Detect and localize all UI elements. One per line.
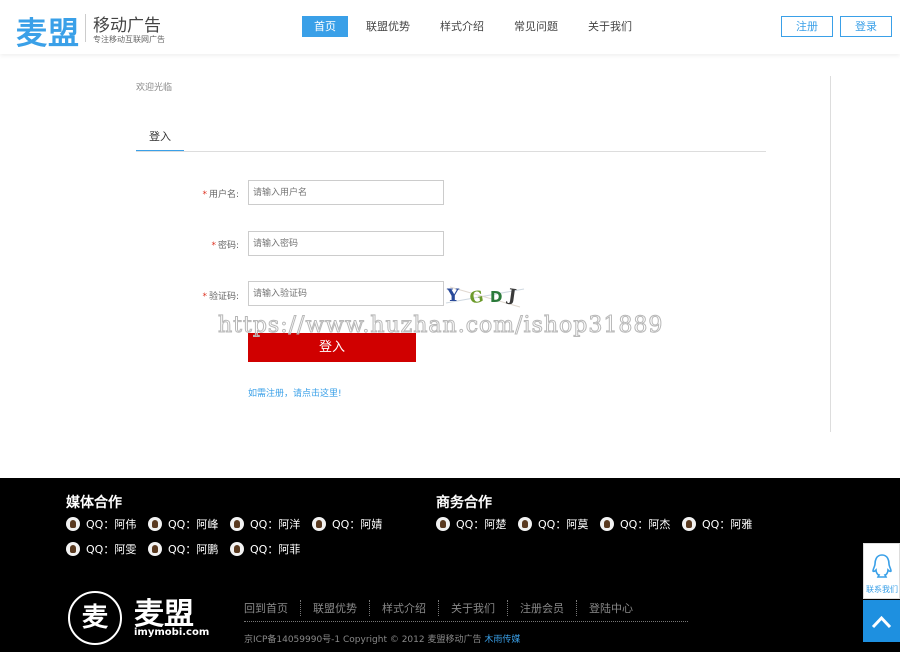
register-button[interactable]: 注册 — [781, 16, 833, 37]
media-contact-3[interactable]: QQ：阿洋 — [230, 516, 300, 532]
footer-logo-domain: imymobi.com — [134, 627, 210, 638]
media-cooperation-title: 媒体合作 — [66, 495, 122, 511]
contact-label: QQ：阿鹏 — [168, 543, 219, 556]
logo-divider — [85, 14, 86, 42]
username-label: * 用户名: — [134, 187, 239, 200]
contact-label: QQ：阿峰 — [168, 518, 219, 531]
captcha-input[interactable] — [248, 281, 444, 306]
nav-home[interactable]: 首页 — [302, 16, 348, 37]
captcha-label-text: 验证码: — [208, 292, 239, 302]
footer-logo-emblem: 麦 — [68, 591, 122, 645]
business-contact-2[interactable]: QQ：阿莫 — [518, 516, 588, 532]
contact-label: QQ：阿楚 — [456, 518, 507, 531]
media-contact-5[interactable]: QQ：阿雯 — [66, 541, 136, 557]
register-link[interactable]: 如需注册，请点击这里! — [248, 386, 342, 399]
footer-divider — [244, 621, 688, 622]
qq-avatar-icon — [518, 517, 532, 531]
copyright-text: 京ICP备14059990号-1 Copyright © 2012 麦盟移动广告 — [244, 635, 482, 645]
nav-advantages[interactable]: 联盟优势 — [354, 16, 422, 37]
qq-avatar-icon — [230, 542, 244, 556]
captcha-label: * 验证码: — [134, 289, 239, 302]
business-contact-1[interactable]: QQ：阿楚 — [436, 516, 506, 532]
contact-label: QQ：阿洋 — [250, 518, 301, 531]
captcha-image[interactable]: Y G D J — [444, 281, 528, 311]
qq-avatar-icon — [312, 517, 326, 531]
qq-avatar-icon — [436, 517, 450, 531]
logo-subtitle: 专注移动互联网广告 — [93, 35, 165, 44]
copyright-link[interactable]: 木雨传媒 — [484, 635, 520, 645]
welcome-text: 欢迎光临 — [136, 83, 173, 93]
content-side-divider — [830, 76, 831, 432]
qq-avatar-icon — [66, 517, 80, 531]
contact-label: QQ：阿莫 — [538, 518, 589, 531]
contact-label: QQ：阿伟 — [86, 518, 137, 531]
watermark-text: https://www.huzhan.com/ishop31889 — [217, 313, 664, 339]
footer-link-login[interactable]: 登陆中心 — [577, 600, 645, 616]
footer-link-advantages[interactable]: 联盟优势 — [301, 600, 370, 616]
nav-styles[interactable]: 样式介绍 — [428, 16, 496, 37]
footer-copyright: 京ICP备14059990号-1 Copyright © 2012 麦盟移动广告… — [244, 632, 520, 645]
password-label: * 密码: — [134, 238, 239, 251]
username-input[interactable] — [248, 180, 444, 205]
qq-avatar-icon — [148, 517, 162, 531]
business-contact-3[interactable]: QQ：阿杰 — [600, 516, 670, 532]
contact-us-widget[interactable]: 联系我们 — [863, 543, 900, 599]
footer-link-about[interactable]: 关于我们 — [439, 600, 508, 616]
required-mark: * — [211, 241, 216, 251]
contact-us-label: 联系我们 — [866, 585, 898, 594]
media-contact-4[interactable]: QQ：阿婧 — [312, 516, 382, 532]
tab-divider — [136, 151, 766, 152]
contact-label: QQ：阿雅 — [702, 518, 753, 531]
footer-link-register[interactable]: 注册会员 — [508, 600, 577, 616]
logo-title: 移动广告 — [93, 16, 161, 36]
password-label-text: 密码: — [217, 241, 239, 251]
media-contact-2[interactable]: QQ：阿峰 — [148, 516, 218, 532]
password-input[interactable] — [248, 231, 444, 256]
qq-avatar-icon — [230, 517, 244, 531]
contact-label: QQ：阿菲 — [250, 543, 301, 556]
media-contact-1[interactable]: QQ：阿伟 — [66, 516, 136, 532]
svg-text:D: D — [490, 288, 502, 306]
business-cooperation-title: 商务合作 — [436, 495, 492, 511]
footer-link-home[interactable]: 回到首页 — [244, 600, 301, 616]
qq-avatar-icon — [682, 517, 696, 531]
contact-label: QQ：阿婧 — [332, 518, 383, 531]
required-mark: * — [202, 190, 207, 200]
footer-link-styles[interactable]: 样式介绍 — [370, 600, 439, 616]
required-mark: * — [202, 292, 207, 302]
main-nav: 首页 联盟优势 样式介绍 常见问题 关于我们 — [302, 16, 650, 37]
contact-label: QQ：阿雯 — [86, 543, 137, 556]
back-to-top-button[interactable] — [863, 600, 900, 642]
contact-label: QQ：阿杰 — [620, 518, 671, 531]
media-contact-6[interactable]: QQ：阿鹏 — [148, 541, 218, 557]
login-button[interactable]: 登录 — [840, 16, 892, 37]
media-contact-7[interactable]: QQ：阿菲 — [230, 541, 300, 557]
logo-mark[interactable]: 麦盟 — [16, 8, 80, 53]
svg-text:Y: Y — [446, 286, 460, 306]
footer-nav: 回到首页 联盟优势 样式介绍 关于我们 注册会员 登陆中心 — [244, 600, 645, 616]
nav-about[interactable]: 关于我们 — [576, 16, 644, 37]
qq-avatar-icon — [600, 517, 614, 531]
qq-avatar-icon — [66, 542, 80, 556]
nav-faq[interactable]: 常见问题 — [502, 16, 570, 37]
qq-penguin-icon — [872, 554, 892, 578]
business-contact-4[interactable]: QQ：阿雅 — [682, 516, 752, 532]
username-label-text: 用户名: — [208, 190, 239, 200]
site-header: 麦盟 移动广告 专注移动互联网广告 首页 联盟优势 样式介绍 常见问题 关于我们… — [0, 0, 900, 54]
qq-avatar-icon — [148, 542, 162, 556]
tab-login[interactable]: 登入 — [136, 128, 184, 152]
chevron-up-icon — [871, 615, 892, 629]
